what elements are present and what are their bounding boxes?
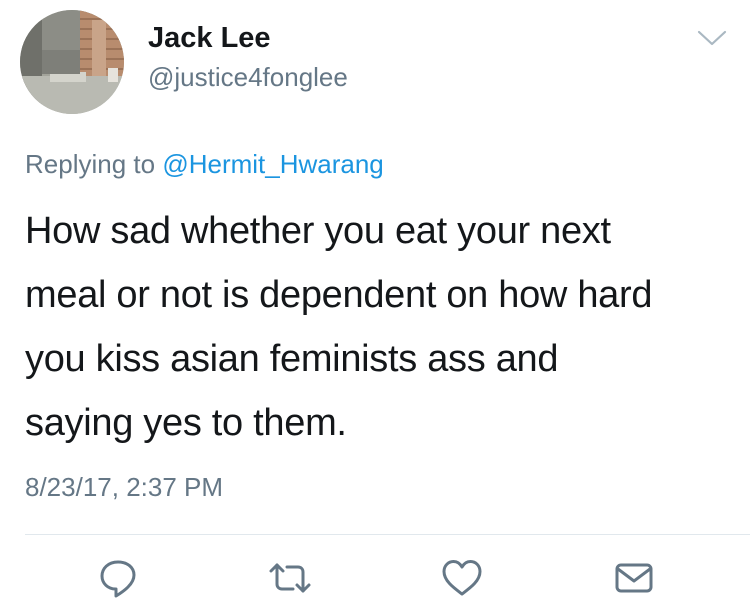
tweet-text: How sad whether you eat your next meal o… (25, 199, 735, 455)
like-button[interactable] (440, 556, 484, 600)
heart-icon (442, 560, 482, 596)
reply-icon (100, 560, 136, 598)
avatar[interactable] (20, 10, 124, 114)
tweet-card: Jack Lee @justice4fonglee Replying to @H… (0, 0, 750, 615)
user-handle[interactable]: @justice4fonglee (148, 62, 348, 93)
tweet-text-line: you kiss asian feminists ass and (25, 338, 559, 380)
timestamp[interactable]: 8/23/17, 2:37 PM (25, 472, 223, 503)
direct-message-button[interactable] (612, 556, 656, 600)
envelope-icon (615, 563, 653, 593)
tweet-text-line: How sad whether you eat your next (25, 210, 611, 252)
retweet-icon (269, 563, 311, 593)
tweet-text-line: meal or not is dependent on how hard (25, 274, 653, 316)
replying-to: Replying to @Hermit_Hwarang (25, 149, 384, 180)
display-name[interactable]: Jack Lee (148, 22, 271, 55)
retweet-button[interactable] (268, 556, 312, 600)
replying-to-label: Replying to (25, 149, 156, 179)
tweet-text-line: saying yes to them. (25, 402, 347, 444)
reply-button[interactable] (96, 556, 140, 600)
avatar-photo (20, 10, 124, 114)
reply-target-link[interactable]: @Hermit_Hwarang (162, 149, 383, 179)
chevron-down-icon[interactable] (696, 28, 728, 48)
divider (25, 534, 750, 535)
